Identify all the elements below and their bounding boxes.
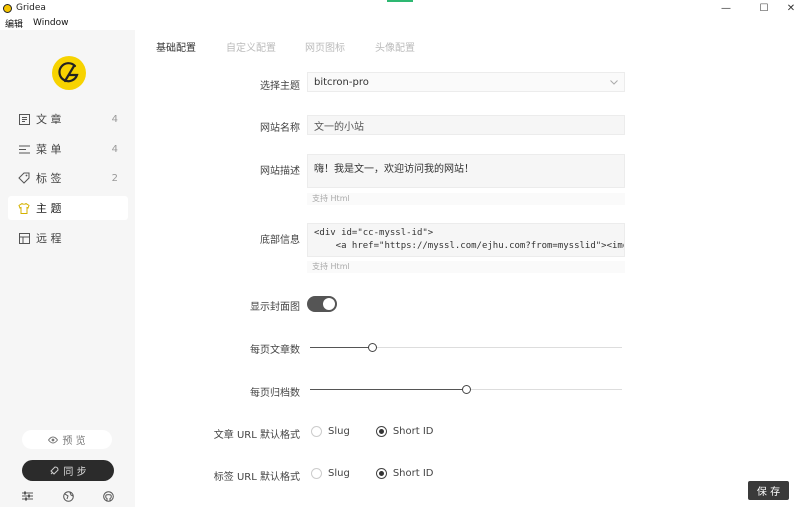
posts-per-page-slider[interactable] [310, 343, 622, 352]
site-description-textarea[interactable]: 嗨！我是文一，欢迎访问我的网站！ [307, 154, 625, 188]
tag-url-format-label: 标签 URL 默认格式 [213, 472, 300, 483]
footer-info-label: 底部信息 [260, 235, 300, 246]
gridea-logo-icon [58, 62, 79, 83]
radio-short-id-label[interactable]: Short ID [393, 468, 434, 479]
toggle-knob [323, 298, 335, 310]
tab-custom[interactable]: 自定义配置 [226, 39, 276, 54]
archives-per-page-slider[interactable] [310, 385, 622, 394]
tag-url-format-radios: Slug Short ID [311, 468, 459, 479]
config-tabs: 基础配置 自定义配置 网页图标 头像配置 [135, 30, 800, 58]
radio-slug[interactable] [311, 426, 322, 437]
slider-handle[interactable] [368, 343, 378, 352]
slider-fill [310, 347, 373, 348]
app-logo-icon [3, 3, 12, 13]
sync-label: 同 步 [63, 467, 87, 478]
sidebar-item-count: 2 [111, 172, 118, 184]
github-icon[interactable] [102, 490, 114, 502]
sidebar-item-menus[interactable]: 菜 单 4 [8, 137, 128, 161]
save-button[interactable]: 保 存 [748, 481, 789, 500]
archives-per-page-label: 每页归档数 [250, 388, 300, 399]
maximize-button[interactable]: ☐ [749, 0, 779, 16]
post-url-format-label: 文章 URL 默认格式 [213, 430, 300, 441]
show-cover-toggle[interactable] [307, 296, 337, 312]
sidebar-item-remote[interactable]: 远 程 [8, 226, 128, 250]
sidebar-item-label: 主 题 [36, 202, 62, 215]
theme-icon [18, 202, 30, 214]
title-bar: Gridea [0, 0, 800, 16]
sidebar-item-label: 文 章 [36, 113, 62, 126]
article-icon [18, 113, 30, 125]
radio-short-id[interactable] [375, 468, 387, 479]
theme-settings-form: 选择主题 bitcron-pro 网站名称 文一的小站 网站描述 嗨！我是文一，… [135, 58, 800, 507]
slider-handle[interactable] [462, 385, 471, 394]
minimize-button[interactable]: — [711, 0, 741, 16]
sidebar-item-label: 远 程 [36, 232, 62, 245]
gridea-logo [52, 56, 86, 90]
post-url-format-radios: Slug Short ID [311, 426, 459, 437]
site-name-label: 网站名称 [260, 123, 300, 134]
tab-basic[interactable]: 基础配置 [156, 39, 196, 54]
menu-edit[interactable]: 编辑 [5, 17, 23, 30]
sidebar-item-theme[interactable]: 主 题 [8, 196, 128, 220]
tag-icon [18, 172, 30, 184]
sidebar: 文 章 4 菜 单 4 标 签 2 主 题 远 程 预 览 同 步 [0, 30, 135, 507]
chevron-down-icon [610, 79, 618, 85]
menu-bar: 编辑 Window [0, 16, 800, 30]
sidebar-item-count: 4 [111, 143, 118, 155]
window-title: Gridea [16, 3, 46, 13]
eye-icon [48, 436, 59, 443]
preview-button[interactable]: 预 览 [22, 430, 112, 449]
footer-info-hint: 支持 Html [307, 261, 625, 273]
show-cover-label: 显示封面图 [250, 302, 300, 313]
site-description-hint: 支持 Html [307, 193, 625, 205]
tab-favicon[interactable]: 网页图标 [305, 39, 345, 54]
close-button[interactable]: ✕ [776, 0, 800, 16]
footer-code-line-2: <a href="https://myssl.com/ejhu.com?from… [314, 241, 625, 251]
site-name-value: 文一的小站 [314, 121, 364, 133]
sync-button[interactable]: 同 步 [22, 460, 114, 481]
slider-fill [310, 389, 466, 390]
rocket-icon [50, 465, 59, 475]
tab-avatar[interactable]: 头像配置 [375, 39, 415, 54]
radio-slug[interactable] [311, 468, 322, 479]
theme-select-label: 选择主题 [260, 81, 300, 92]
footer-code-line-1: <div id="cc-myssl-id"> [314, 228, 434, 238]
menu-icon [18, 143, 30, 155]
top-accent-bar [387, 0, 413, 2]
sidebar-item-label: 菜 单 [36, 143, 62, 156]
sidebar-item-articles[interactable]: 文 章 4 [8, 107, 128, 131]
settings-sliders-icon[interactable] [21, 490, 33, 502]
sidebar-item-tags[interactable]: 标 签 2 [8, 166, 128, 190]
theme-select-value: bitcron-pro [314, 76, 369, 88]
menu-window[interactable]: Window [33, 18, 69, 28]
posts-per-page-label: 每页文章数 [250, 345, 300, 356]
radio-short-id[interactable] [375, 426, 387, 437]
radio-slug-label[interactable]: Slug [328, 426, 350, 437]
globe-icon[interactable] [62, 490, 74, 502]
remote-icon [18, 232, 30, 244]
preview-label: 预 览 [62, 436, 86, 447]
footer-info-textarea[interactable]: <div id="cc-myssl-id"> <a href="https://… [307, 223, 625, 257]
sidebar-item-count: 4 [111, 113, 118, 125]
site-name-input[interactable]: 文一的小站 [307, 115, 625, 135]
site-description-value: 嗨！我是文一，欢迎访问我的网站！ [314, 164, 474, 175]
radio-slug-label[interactable]: Slug [328, 468, 350, 479]
theme-select[interactable]: bitcron-pro [307, 72, 625, 92]
site-description-label: 网站描述 [260, 166, 300, 177]
radio-short-id-label[interactable]: Short ID [393, 426, 434, 437]
sidebar-item-label: 标 签 [36, 172, 62, 185]
